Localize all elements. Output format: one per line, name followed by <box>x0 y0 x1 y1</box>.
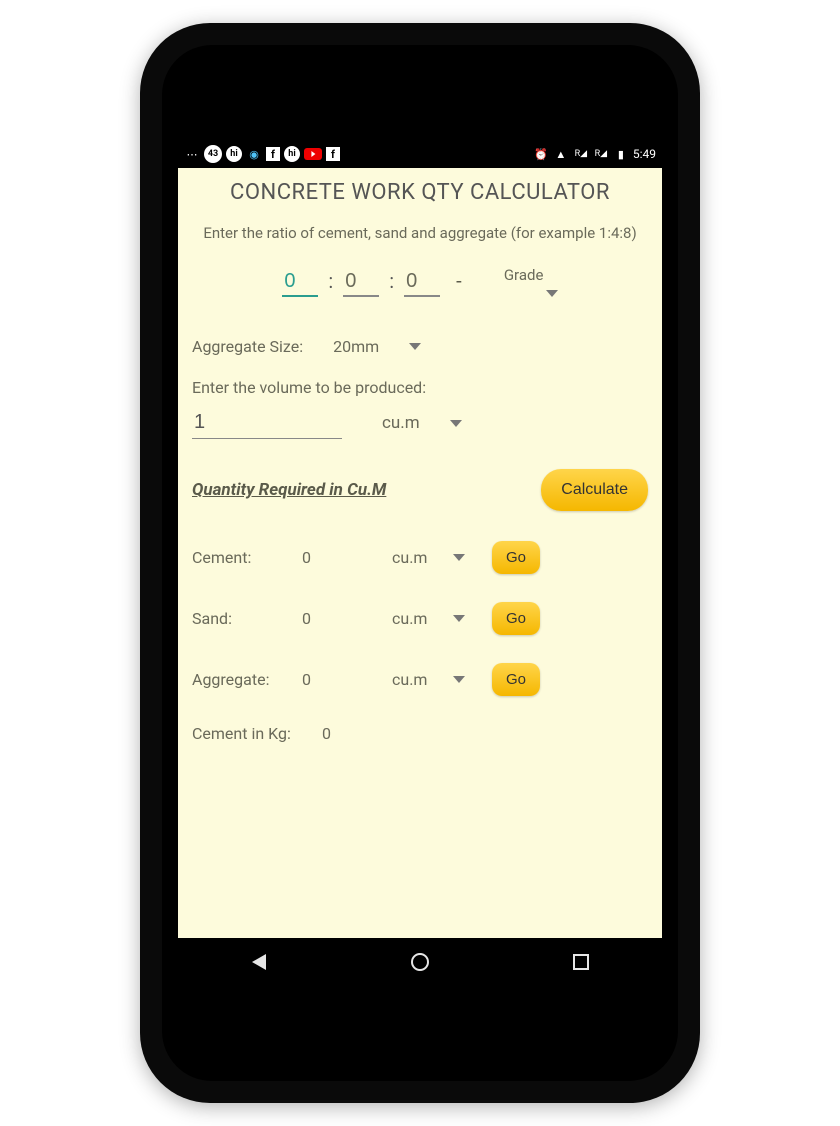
status-right: ⏰ ▲ R◢ R◢ ▮ 5:49 <box>533 146 656 162</box>
grade-dropdown[interactable]: Grade <box>490 266 558 297</box>
volume-unit-dropdown[interactable]: cu.m <box>382 413 462 433</box>
ratio-row: : : - Grade <box>192 266 648 297</box>
quantity-title: Quantity Required in Cu.M <box>192 480 386 500</box>
volume-input[interactable] <box>192 407 342 439</box>
cement-kg-label: Cement in Kg: <box>192 724 322 743</box>
cement-unit-dropdown[interactable]: cu.m <box>392 548 482 567</box>
back-icon <box>252 954 266 970</box>
screen: ⋯ 43 hi ◉ f hi f ⏰ ▲ R◢ R◢ ▮ 5:49 <box>178 140 662 986</box>
status-left: ⋯ 43 hi ◉ f hi f <box>184 145 340 163</box>
more-icon: ⋯ <box>184 146 200 162</box>
chevron-down-icon <box>453 676 465 683</box>
cement-kg-value: 0 <box>322 724 412 743</box>
ratio-dash: - <box>456 269 462 297</box>
youtube-icon <box>304 148 322 160</box>
phone-inner: ⋯ 43 hi ◉ f hi f ⏰ ▲ R◢ R◢ ▮ 5:49 <box>162 45 678 1081</box>
aggregate-go-button[interactable]: Go <box>492 663 540 696</box>
aggregate-size-row: Aggregate Size: 20mm <box>192 337 648 356</box>
sand-unit-value: cu.m <box>392 609 427 628</box>
chevron-down-icon <box>450 420 462 427</box>
grade-label: Grade <box>504 266 544 284</box>
alarm-icon: ⏰ <box>533 146 549 162</box>
recent-button[interactable] <box>571 952 591 972</box>
sand-label: Sand: <box>192 609 302 628</box>
cement-result-row: Cement: 0 cu.m Go <box>192 541 648 574</box>
sand-unit-dropdown[interactable]: cu.m <box>392 609 482 628</box>
volume-label: Enter the volume to be produced: <box>192 378 426 397</box>
aggregate-size-label: Aggregate Size: <box>192 337 303 356</box>
wifi-icon: ▲ <box>553 146 569 162</box>
aggregate-unit-dropdown[interactable]: cu.m <box>392 670 482 689</box>
aggregate-ratio-input[interactable] <box>404 268 440 297</box>
sync-icon: ◉ <box>246 146 262 162</box>
cement-label: Cement: <box>192 548 302 567</box>
hike-icon-2: hi <box>284 146 300 162</box>
cement-value: 0 <box>302 548 392 567</box>
signal-icon-2: R◢ <box>593 146 609 162</box>
ratio-separator: : <box>389 269 394 297</box>
volume-label-row: Enter the volume to be produced: <box>192 378 648 397</box>
hike-icon: hi <box>226 146 242 162</box>
cement-go-button[interactable]: Go <box>492 541 540 574</box>
phone-frame: ⋯ 43 hi ◉ f hi f ⏰ ▲ R◢ R◢ ▮ 5:49 <box>140 23 700 1103</box>
sand-value: 0 <box>302 609 392 628</box>
ratio-separator: : <box>328 269 333 297</box>
page-title: CONCRETE WORK QTY CALCULATOR <box>192 180 648 205</box>
sand-ratio-input[interactable] <box>343 268 379 297</box>
sand-result-row: Sand: 0 cu.m Go <box>192 602 648 635</box>
recent-icon <box>573 954 589 970</box>
volume-unit-value: cu.m <box>382 413 420 433</box>
cement-unit-value: cu.m <box>392 548 427 567</box>
home-button[interactable] <box>410 952 430 972</box>
sand-go-button[interactable]: Go <box>492 602 540 635</box>
status-time: 5:49 <box>633 147 656 161</box>
aggregate-size-dropdown[interactable]: 20mm <box>333 337 421 356</box>
aggregate-size-value: 20mm <box>333 337 379 356</box>
aggregate-result-row: Aggregate: 0 cu.m Go <box>192 663 648 696</box>
app-content: CONCRETE WORK QTY CALCULATOR Enter the r… <box>178 168 662 938</box>
chevron-down-icon <box>546 290 558 297</box>
facebook-icon: f <box>266 147 280 161</box>
cement-ratio-input[interactable] <box>282 268 318 297</box>
battery-icon: ▮ <box>613 146 629 162</box>
cement-kg-row: Cement in Kg: 0 <box>192 724 648 743</box>
aggregate-label: Aggregate: <box>192 670 302 689</box>
nav-bar <box>178 938 662 986</box>
home-icon <box>411 953 429 971</box>
calculate-button[interactable]: Calculate <box>541 469 648 511</box>
page-subtitle: Enter the ratio of cement, sand and aggr… <box>192 223 648 244</box>
volume-input-row: cu.m <box>192 407 648 439</box>
facebook-icon-2: f <box>326 147 340 161</box>
notification-badge: 43 <box>204 145 222 163</box>
aggregate-unit-value: cu.m <box>392 670 427 689</box>
status-bar: ⋯ 43 hi ◉ f hi f ⏰ ▲ R◢ R◢ ▮ 5:49 <box>178 140 662 168</box>
aggregate-value: 0 <box>302 670 392 689</box>
chevron-down-icon <box>453 615 465 622</box>
quantity-header: Quantity Required in Cu.M Calculate <box>192 469 648 511</box>
chevron-down-icon <box>409 343 421 350</box>
signal-icon: R◢ <box>573 146 589 162</box>
chevron-down-icon <box>453 554 465 561</box>
back-button[interactable] <box>249 952 269 972</box>
